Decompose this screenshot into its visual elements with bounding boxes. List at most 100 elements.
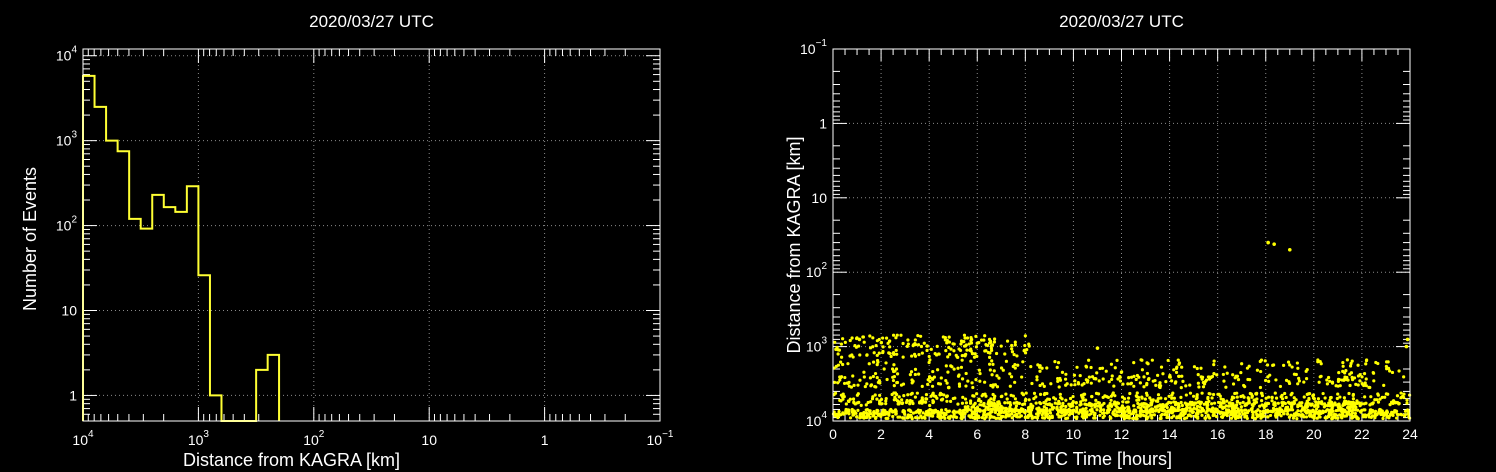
scatter-point [894, 412, 898, 416]
scatter-point [960, 354, 964, 358]
scatter-point [1238, 401, 1242, 406]
scatter-point [1013, 380, 1017, 384]
scatter-point [1320, 402, 1325, 406]
scatter-point [1200, 391, 1204, 395]
scatter-point [911, 344, 915, 348]
scatter-point [1284, 395, 1288, 400]
scatter-point [1215, 407, 1219, 412]
scatter-point [959, 339, 964, 343]
scatter-point [1116, 377, 1120, 381]
scatter-point [1013, 340, 1017, 344]
scatter-point [894, 367, 899, 371]
scatter-point [946, 370, 950, 374]
scatter-point [856, 383, 860, 387]
x-tick-label: 10 [1066, 426, 1082, 442]
scatter-point [1396, 413, 1400, 417]
y-tick-label-base: 1 [819, 115, 827, 131]
scatter-point [906, 414, 910, 418]
scatter-point [1283, 401, 1287, 406]
x-tick-label: 24 [1402, 426, 1418, 442]
scatter-point [1262, 414, 1266, 418]
scatter-point [1101, 377, 1105, 381]
y-tick-label: 104 [806, 410, 828, 429]
scatter-point [947, 415, 951, 419]
scatter-point [1045, 412, 1050, 416]
scatter-point [946, 355, 950, 359]
scatter-point [895, 392, 899, 397]
scatter-point [1267, 395, 1271, 399]
scatter-point [1286, 360, 1291, 364]
scatter-point [980, 403, 984, 407]
scatter-point [986, 407, 991, 412]
scatter-point [859, 403, 863, 407]
histogram-bin-1 [95, 107, 107, 421]
scatter-point [869, 384, 873, 388]
scatter-point [1120, 395, 1125, 399]
scatter-point [884, 416, 888, 420]
scatter-point [955, 355, 959, 359]
scatter-point [1003, 401, 1007, 405]
scatter-point [1341, 361, 1345, 365]
scatter-point [861, 415, 865, 419]
scatter-point [1027, 398, 1031, 402]
scatter-point [1221, 412, 1226, 416]
scatter-point [1254, 400, 1259, 404]
scatter-point [839, 342, 844, 346]
scatter-point [1037, 411, 1042, 415]
scatter-point [881, 336, 885, 340]
histogram-bin-15 [256, 370, 268, 421]
scatter-point [952, 342, 956, 346]
scatter-point [1079, 402, 1083, 406]
scatter-point [1258, 404, 1262, 408]
scatter-point [1355, 415, 1359, 419]
scatter-point [1072, 373, 1077, 377]
scatter-point [942, 413, 946, 418]
scatter-point [844, 407, 848, 412]
y-tick-label-exp: 3 [71, 130, 77, 141]
scatter-point [847, 412, 851, 416]
scatter-point [910, 417, 914, 421]
scatter-point [876, 413, 881, 417]
scatter-point [1173, 408, 1177, 412]
scatter-point [871, 374, 875, 379]
scatter-point [957, 384, 962, 388]
scatter-point [1215, 373, 1219, 377]
scatter-point [1145, 361, 1149, 365]
histogram-bin-8 [175, 212, 187, 421]
scatter-point [873, 416, 878, 420]
scatter-point [1065, 416, 1070, 420]
x-tick-label-base: 1 [541, 432, 549, 448]
y-tick-label-base: 10 [806, 413, 822, 429]
y-tick-label-base: 1 [69, 387, 77, 403]
scatter-point [891, 378, 896, 383]
scatter-point [1385, 367, 1389, 371]
scatter-point [906, 342, 910, 346]
scatter-point [866, 400, 870, 405]
scatter-point [1077, 411, 1081, 415]
scatter-point [1043, 391, 1047, 396]
y-tick-label-exp: 2 [821, 261, 827, 272]
scatter-point [1150, 408, 1155, 412]
scatter-point [878, 402, 882, 406]
scatter-point [862, 370, 866, 374]
scatter-point [1064, 398, 1068, 402]
scatter-point [906, 393, 910, 397]
scatter-point [1373, 409, 1378, 413]
scatter-point [1251, 415, 1255, 419]
scatter-point [1005, 413, 1009, 417]
scatter-point [1364, 377, 1368, 381]
scatter-point [1038, 383, 1042, 388]
scatter-point [1246, 396, 1250, 400]
scatter-point [873, 393, 877, 397]
scatter-point [1060, 397, 1064, 401]
scatter-point [1347, 391, 1351, 396]
scatter-point [833, 340, 837, 344]
scatter-point [982, 409, 986, 413]
scatter-point [1039, 408, 1043, 412]
scatter-point [844, 402, 848, 406]
scatter-point [1243, 411, 1247, 415]
scatter-point [888, 351, 892, 356]
scatter-point [944, 364, 948, 368]
scatter-point [1110, 374, 1114, 378]
scatter-point [1084, 398, 1088, 402]
